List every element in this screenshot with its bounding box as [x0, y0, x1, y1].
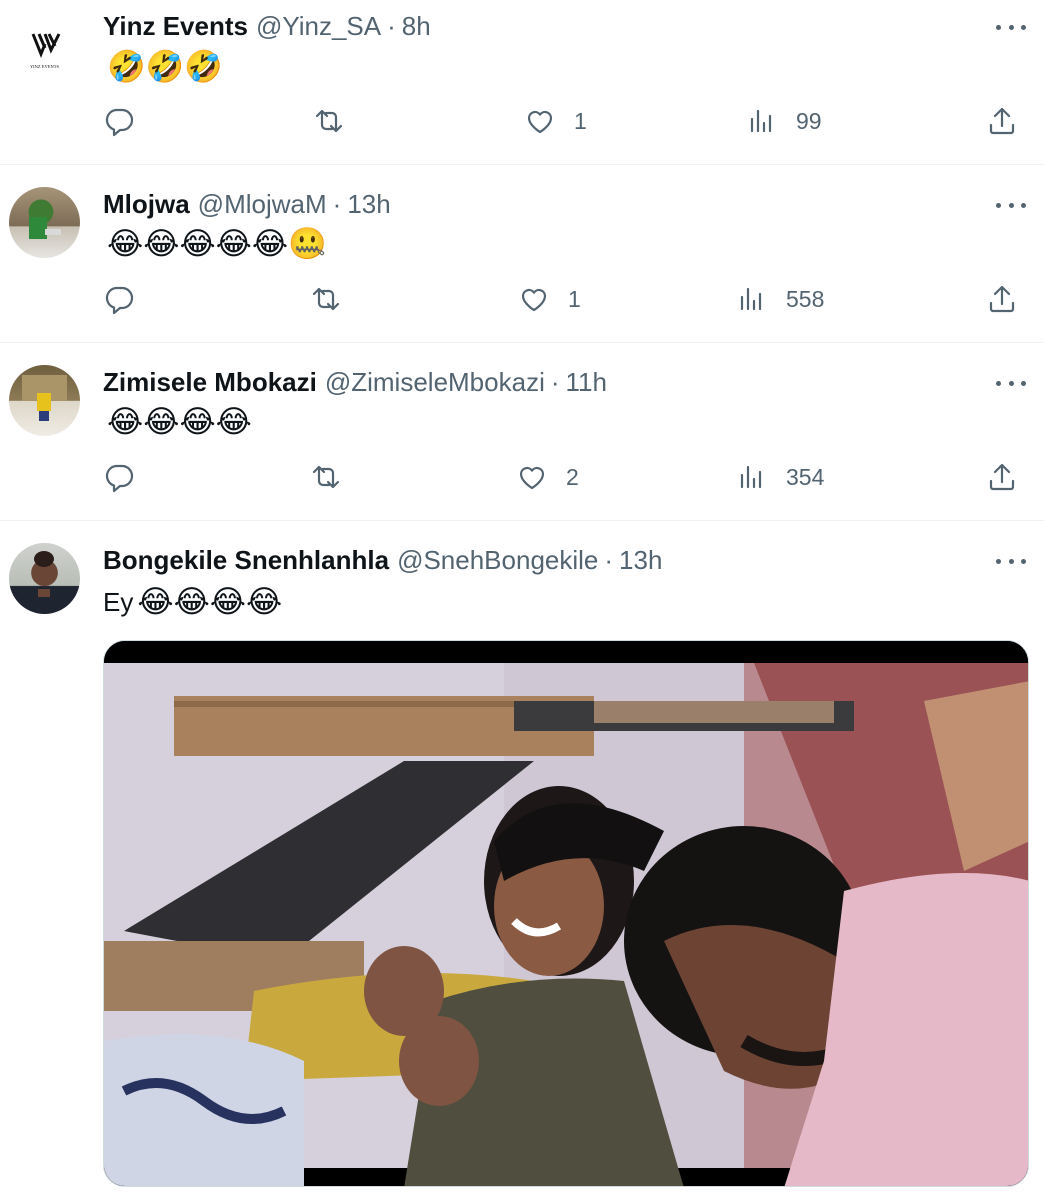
- timestamp[interactable]: 8h: [402, 10, 431, 42]
- user-handle[interactable]: @Yinz_SA: [256, 10, 381, 42]
- like-button[interactable]: 1: [518, 283, 581, 315]
- like-count: 2: [566, 463, 579, 490]
- avatar[interactable]: [9, 187, 80, 258]
- views-button[interactable]: 99: [746, 105, 822, 137]
- tweet-emoji: 😂😂😂😂😂🤐: [107, 226, 327, 262]
- share-button[interactable]: [986, 105, 1018, 137]
- media-photo: [104, 641, 1028, 1186]
- timestamp[interactable]: 13h: [347, 188, 390, 220]
- more-icon[interactable]: [996, 551, 1026, 571]
- share-icon: [989, 285, 1015, 313]
- logo-text: YINZ EVENTS: [30, 64, 60, 69]
- retweet-button[interactable]: [310, 283, 360, 315]
- timestamp[interactable]: 13h: [619, 544, 662, 576]
- tweet-text: 😂😂😂😂😂🤐: [103, 227, 327, 261]
- avatar[interactable]: [9, 543, 80, 614]
- action-bar: 1 558: [0, 283, 1044, 323]
- separator-dot: ·: [604, 545, 614, 575]
- tweet-header: Bongekile Snenhlanhla @SnehBongekile · 1…: [103, 544, 662, 576]
- views-icon: [750, 109, 772, 133]
- reply-icon: [105, 464, 134, 493]
- separator-dot: ·: [332, 189, 342, 219]
- heart-icon: [521, 288, 547, 312]
- more-icon[interactable]: [996, 17, 1026, 37]
- tweet[interactable]: Mlojwa @MlojwaM · 13h 😂😂😂😂😂🤐 1 558: [0, 165, 1044, 343]
- user-handle[interactable]: @ZimiseleMbokazi: [325, 366, 545, 398]
- retweet-icon: [315, 109, 343, 133]
- display-name[interactable]: Yinz Events: [103, 10, 248, 42]
- view-count: 558: [786, 285, 825, 312]
- views-button[interactable]: 558: [736, 283, 824, 315]
- view-count: 354: [786, 463, 825, 490]
- tweet[interactable]: YINZ EVENTS Yinz Events @Yinz_SA · 8h 🤣🤣…: [0, 0, 1044, 165]
- avatar-photo: [34, 551, 54, 597]
- more-icon[interactable]: [996, 373, 1026, 393]
- like-button[interactable]: 1: [524, 105, 587, 137]
- avatar-photo: [22, 375, 67, 421]
- reply-button[interactable]: [103, 105, 153, 137]
- action-bar: 1 99: [0, 105, 1044, 145]
- tweet-header: Yinz Events @Yinz_SA · 8h: [103, 10, 431, 42]
- views-button[interactable]: 354: [736, 461, 824, 493]
- heart-icon: [527, 110, 553, 134]
- separator-dot: ·: [550, 367, 560, 397]
- display-name[interactable]: Zimisele Mbokazi: [103, 366, 317, 398]
- reply-button[interactable]: [103, 461, 153, 493]
- share-icon: [989, 107, 1015, 135]
- like-count: 1: [574, 107, 587, 134]
- avatar-photo: [29, 217, 61, 239]
- retweet-icon: [312, 287, 340, 311]
- reply-button[interactable]: [103, 283, 153, 315]
- tweet-header: Mlojwa @MlojwaM · 13h: [103, 188, 391, 220]
- share-button[interactable]: [986, 461, 1018, 493]
- yinz-logo-icon: YINZ EVENTS: [30, 33, 61, 69]
- retweet-button[interactable]: [313, 105, 363, 137]
- reply-icon: [105, 286, 134, 315]
- tweet-text-body: Ey: [103, 587, 134, 617]
- reply-icon: [105, 108, 134, 137]
- share-icon: [989, 463, 1015, 491]
- user-handle[interactable]: @SnehBongekile: [397, 544, 598, 576]
- avatar[interactable]: YINZ EVENTS: [9, 10, 80, 81]
- tweet-emoji: 🤣🤣🤣: [107, 49, 223, 85]
- retweet-button[interactable]: [310, 461, 360, 493]
- views-icon: [740, 287, 762, 311]
- tweet-header: Zimisele Mbokazi @ZimiseleMbokazi · 11h: [103, 366, 607, 398]
- like-button[interactable]: 2: [516, 461, 579, 493]
- tweet-emoji: 😂😂😂😂: [107, 404, 252, 440]
- tweet-media-image[interactable]: [103, 640, 1029, 1187]
- heart-icon: [519, 466, 545, 490]
- share-button[interactable]: [986, 283, 1018, 315]
- retweet-icon: [312, 465, 340, 489]
- tweet-emoji: 😂😂😂😂: [137, 584, 283, 620]
- separator-dot: ·: [387, 11, 396, 41]
- display-name[interactable]: Mlojwa: [103, 188, 190, 220]
- tweet-text: 😂😂😂😂: [103, 405, 252, 439]
- tweet-text: 🤣🤣🤣: [103, 50, 223, 84]
- like-count: 1: [568, 285, 581, 312]
- views-icon: [740, 465, 762, 489]
- display-name[interactable]: Bongekile Snenhlanhla: [103, 544, 389, 576]
- tweet[interactable]: Zimisele Mbokazi @ZimiseleMbokazi · 11h …: [0, 343, 1044, 521]
- tweet-text: Ey 😂😂😂😂: [103, 583, 282, 621]
- timestamp[interactable]: 11h: [566, 366, 607, 398]
- view-count: 99: [796, 107, 822, 134]
- action-bar: 2 354: [0, 461, 1044, 501]
- avatar[interactable]: [9, 365, 80, 436]
- user-handle[interactable]: @MlojwaM: [198, 188, 327, 220]
- more-icon[interactable]: [996, 195, 1026, 215]
